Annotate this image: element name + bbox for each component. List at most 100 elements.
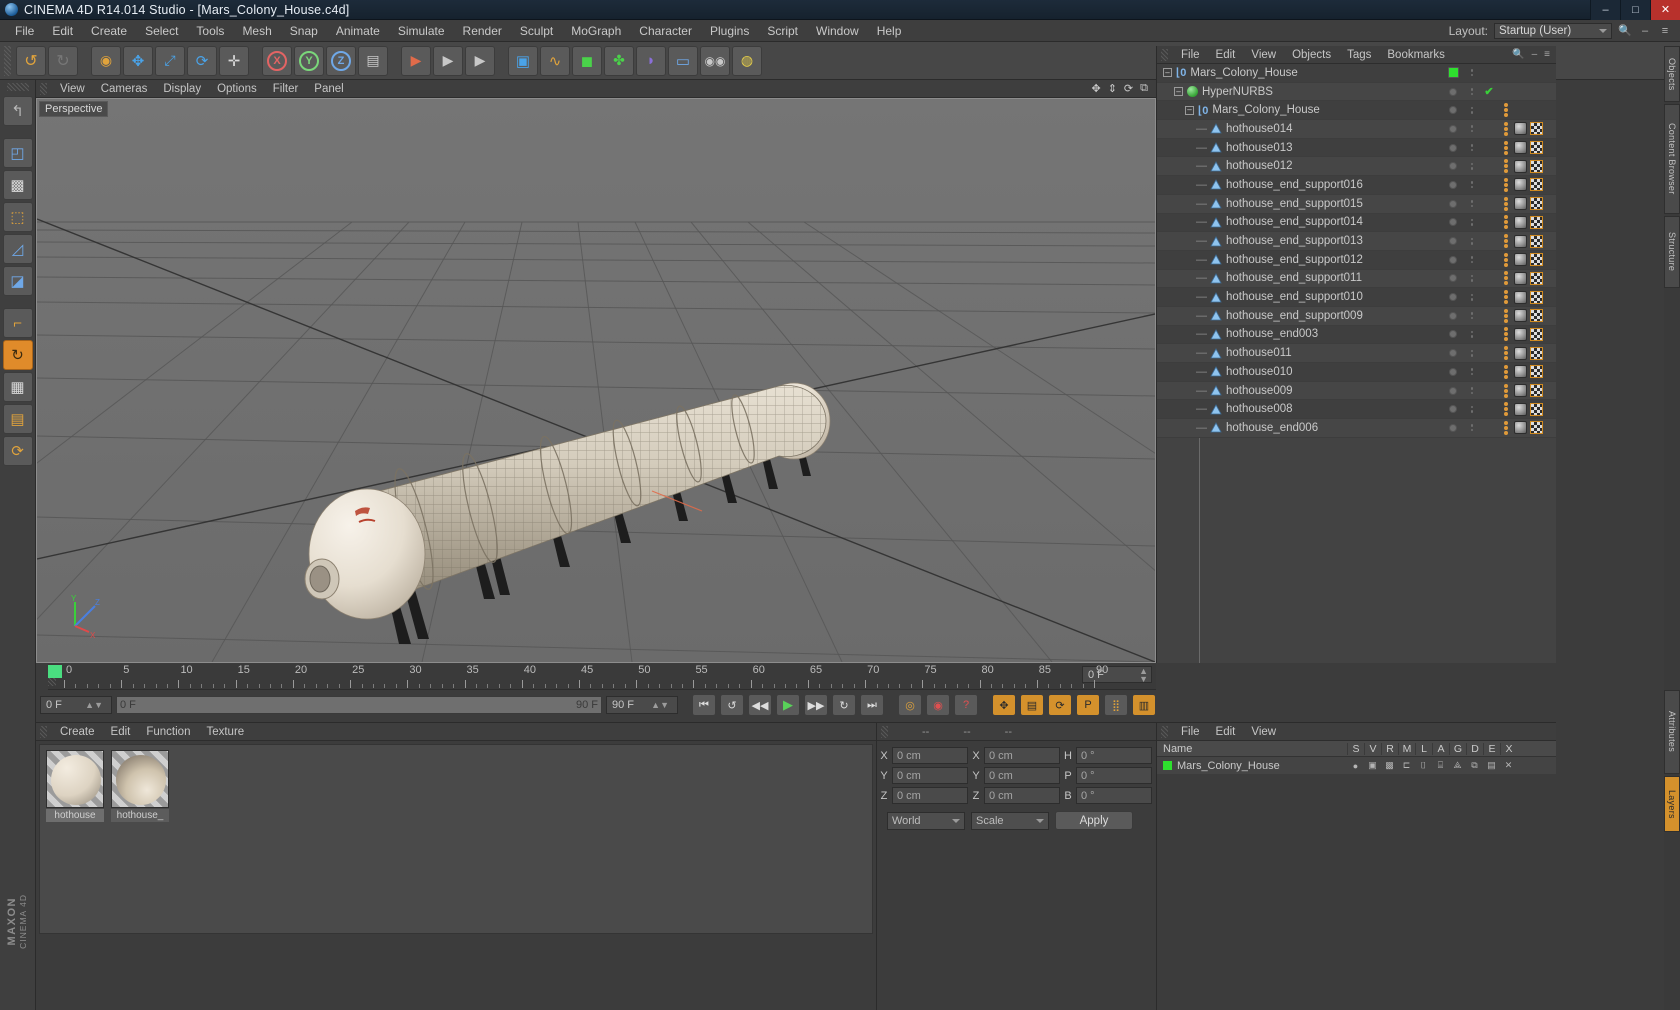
step-forward-keyframe-button[interactable]: ↻	[832, 694, 856, 716]
material-tag-icon[interactable]	[1514, 384, 1527, 398]
texture-tag-icon[interactable]	[1530, 234, 1543, 248]
tag-dots[interactable]	[1498, 215, 1514, 230]
tag-dots[interactable]	[1498, 121, 1514, 136]
material-tag-icon[interactable]	[1514, 197, 1527, 211]
object-row[interactable]: – ⌊0 Mars_Colony_House	[1157, 64, 1556, 83]
undo-button[interactable]: ↺	[16, 45, 46, 76]
texture-mode-button[interactable]: ▩	[2, 170, 33, 200]
tag-dots[interactable]	[1498, 383, 1514, 398]
lock-z-axis-button[interactable]: Z	[326, 45, 356, 76]
go-to-end-button[interactable]: ⏭	[860, 694, 884, 716]
editor-render-dots[interactable]	[1464, 200, 1480, 208]
rotate-tool-button[interactable]: ⟳	[187, 45, 217, 76]
layer-row[interactable]: Mars_Colony_House ● ▣ ▩ ⊏ ⌷ ⌸ ⟁ ⧉ ▤ ✕	[1157, 757, 1556, 774]
menu-window[interactable]: Window	[807, 20, 868, 42]
size-z-input[interactable]: 0 cm	[984, 787, 1060, 804]
material-tag-icon[interactable]	[1514, 215, 1527, 229]
viewport-menu-options[interactable]: Options	[209, 83, 265, 95]
object-row[interactable]: — hothouse012	[1157, 157, 1556, 177]
texture-tag-icon[interactable]	[1530, 197, 1543, 211]
world-object-coordinates-button[interactable]: ▤	[358, 45, 388, 76]
viewport-menu-filter[interactable]: Filter	[265, 83, 307, 95]
editor-render-dots[interactable]	[1464, 405, 1480, 413]
editor-render-dots[interactable]	[1464, 368, 1480, 376]
tag-dots[interactable]	[1498, 103, 1514, 118]
texture-tag-icon[interactable]	[1530, 346, 1543, 360]
object-row[interactable]: – ⌊0 Mars_Colony_House	[1157, 101, 1556, 121]
texture-tag-icon[interactable]	[1530, 215, 1543, 229]
rotation-p-input[interactable]: 0 °	[1076, 767, 1152, 784]
object-row[interactable]: — hothouse_end_support014	[1157, 213, 1556, 233]
layer-column-l[interactable]: L	[1415, 742, 1432, 755]
enable-axis-button[interactable]: ↻	[2, 340, 33, 370]
pan-icon[interactable]: ✥	[1091, 82, 1100, 95]
editor-render-dots[interactable]	[1464, 69, 1480, 77]
layer-column-s[interactable]: S	[1347, 742, 1364, 755]
tag-dots[interactable]	[1498, 177, 1514, 192]
model-mode-button[interactable]: ◰	[2, 138, 33, 168]
step-back-frame-button[interactable]: ◀◀	[748, 694, 772, 716]
editor-render-dots[interactable]	[1464, 88, 1480, 96]
render-view-button[interactable]: ▶	[401, 45, 431, 76]
visibility-dot[interactable]	[1442, 106, 1464, 115]
visibility-dot[interactable]	[1442, 423, 1464, 432]
size-x-input[interactable]: 0 cm	[984, 747, 1060, 764]
tag-dots[interactable]	[1498, 327, 1514, 342]
material-swatch-area[interactable]: hothouse hothouse_	[39, 744, 873, 934]
visibility-dot[interactable]	[1442, 67, 1464, 79]
palette-grip[interactable]	[6, 83, 29, 91]
undo-view-button[interactable]: ↰	[2, 96, 33, 126]
layer-cell-xpresso[interactable]: ✕	[1500, 760, 1517, 771]
om-menu-tags[interactable]: Tags	[1339, 49, 1379, 61]
editor-render-dots[interactable]	[1464, 125, 1480, 133]
array-button[interactable]: ✤	[604, 45, 634, 76]
dolly-icon[interactable]: ⇕	[1108, 82, 1117, 95]
timeline-ruler[interactable]: 0 F ▲ ▼ 0 5 10 15 20 25 30 35 40 45 50 55 60 65 70 75 80 8…	[48, 664, 1156, 690]
layer-cell-locked[interactable]: ⌷	[1415, 760, 1432, 771]
material-tag-icon[interactable]	[1514, 421, 1527, 435]
editor-render-dots[interactable]	[1464, 106, 1480, 114]
object-row[interactable]: — hothouse_end_support016	[1157, 176, 1556, 195]
object-row[interactable]: — hothouse014	[1157, 120, 1556, 139]
lm-menu-edit[interactable]: Edit	[1208, 726, 1244, 738]
minimize-button[interactable]: –	[1590, 0, 1620, 20]
spinner-icon[interactable]: ▲▼	[85, 701, 103, 710]
tag-dots[interactable]	[1498, 140, 1514, 155]
om-menu-bookmarks[interactable]: Bookmarks	[1379, 49, 1453, 61]
visibility-dot[interactable]	[1442, 87, 1464, 96]
play-button[interactable]: ▶	[776, 694, 800, 716]
spline-pen-button[interactable]: ∿	[540, 45, 570, 76]
menu-help[interactable]: Help	[868, 20, 911, 42]
layer-column-m[interactable]: M	[1398, 742, 1415, 755]
object-row[interactable]: — hothouse_end_support009	[1157, 306, 1556, 326]
timeline-frame-field[interactable]: 0 F ▲ ▼	[1082, 666, 1152, 683]
texture-tag-icon[interactable]	[1530, 253, 1543, 267]
dock-tab-objects[interactable]: Objects	[1664, 46, 1680, 102]
move-tool-button[interactable]: ✥	[123, 45, 153, 76]
tag-dots[interactable]	[1498, 364, 1514, 379]
bend-deformer-button[interactable]: ◗	[636, 45, 666, 76]
object-row[interactable]: — hothouse011	[1157, 344, 1556, 363]
hypernurbs-button[interactable]: ◼	[572, 45, 602, 76]
render-region-button[interactable]: ▶	[433, 45, 463, 76]
menu-icon[interactable]: ≡	[1658, 24, 1672, 38]
coordinates-manager-grip[interactable]	[881, 725, 888, 738]
live-selection-button[interactable]: ◉	[91, 45, 121, 76]
layer-cell-solo[interactable]: ●	[1347, 761, 1364, 771]
size-y-input[interactable]: 0 cm	[984, 767, 1060, 784]
visibility-dot[interactable]	[1442, 311, 1464, 320]
point-level-animation-button[interactable]: ⣿	[1104, 694, 1128, 716]
lock-y-axis-button[interactable]: Y	[294, 45, 324, 76]
material-tag-icon[interactable]	[1514, 234, 1527, 248]
layer-column-g[interactable]: G	[1449, 742, 1466, 755]
editor-render-dots[interactable]	[1464, 162, 1480, 170]
tag-dots[interactable]	[1498, 252, 1514, 267]
texture-tag-icon[interactable]	[1530, 122, 1543, 136]
material-tag-icon[interactable]	[1514, 159, 1527, 173]
camera-button[interactable]: ◉◉	[700, 45, 730, 76]
maximize-button[interactable]: □	[1620, 0, 1650, 20]
visibility-dot[interactable]	[1442, 330, 1464, 339]
scale-tool-button[interactable]: ⤢	[155, 45, 185, 76]
lm-menu-view[interactable]: View	[1243, 726, 1284, 738]
dock-tab-layers[interactable]: Layers	[1664, 776, 1680, 832]
